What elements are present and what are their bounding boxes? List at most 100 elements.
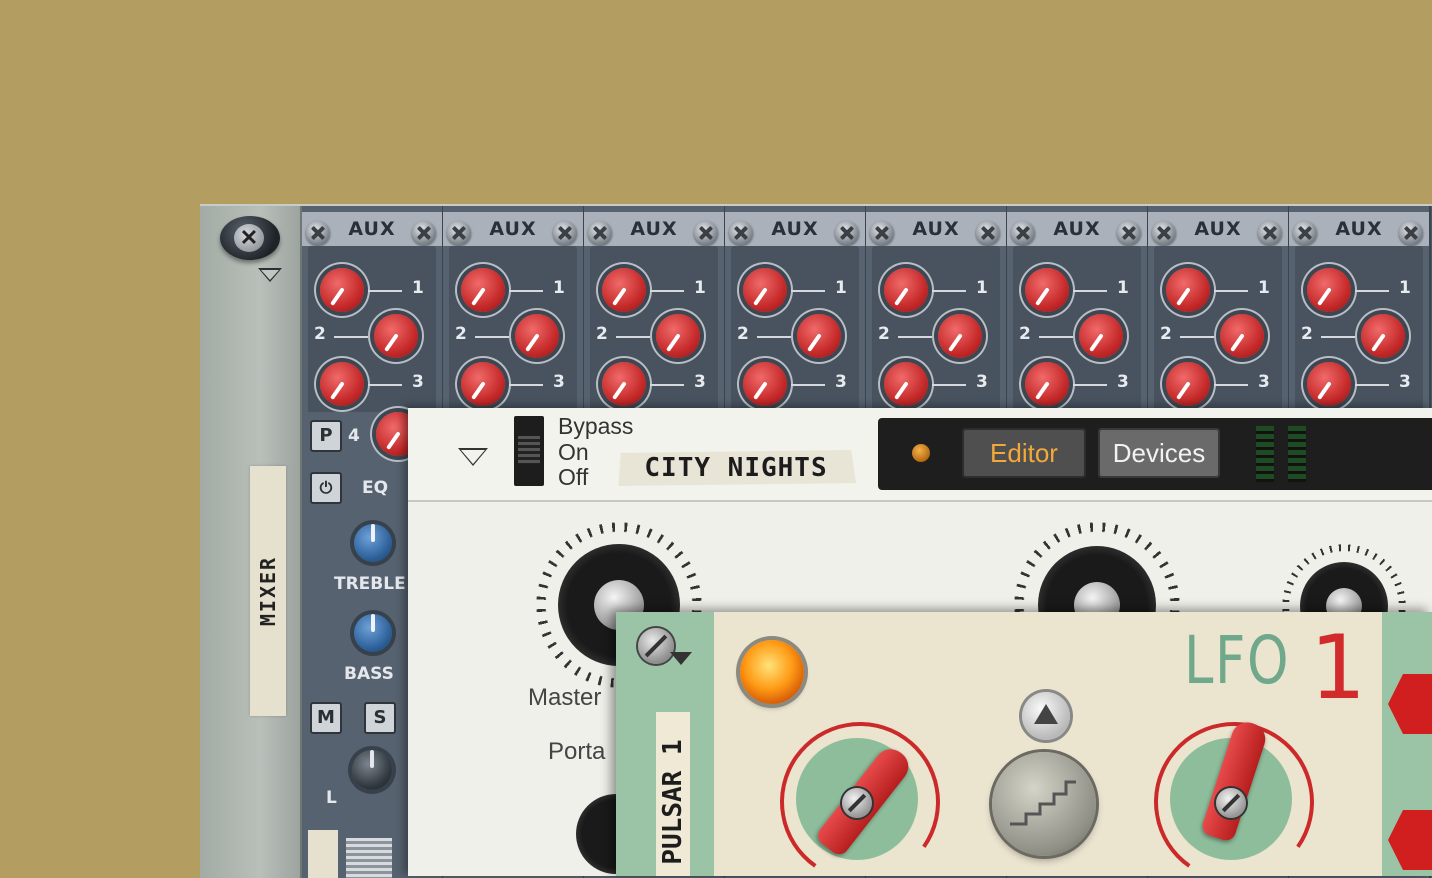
tab-devices[interactable]: Devices: [1098, 428, 1220, 478]
bypass-switch[interactable]: [514, 416, 544, 486]
aux-header: AUX: [866, 212, 1006, 246]
aux-header: AUX: [302, 212, 442, 246]
mixer-name-tape[interactable]: MIXER: [250, 466, 286, 716]
aux-send-section: 1 2 3: [1295, 246, 1423, 416]
aux-send-pointer: [509, 290, 543, 292]
aux-header: AUX: [1148, 212, 1288, 246]
screw-icon: [447, 221, 471, 245]
screw-icon: [553, 221, 577, 245]
aux-send-knob-1[interactable]: [1307, 268, 1351, 312]
aux-send-number: 3: [1399, 372, 1411, 392]
aux-send-pointer: [368, 384, 402, 386]
level-meter-right: [1288, 426, 1306, 482]
patch-name: CITY NIGHTS: [644, 453, 828, 483]
treble-knob[interactable]: [354, 524, 392, 562]
lfo-rate-led: [740, 640, 804, 704]
pulsar-fold-triangle-icon[interactable]: [670, 652, 692, 665]
aux-send-knob-3[interactable]: [320, 362, 364, 406]
aux-send-knob-2[interactable]: [1361, 314, 1405, 358]
aux-send-knob-3[interactable]: [461, 362, 505, 406]
aux-send-pointer: [650, 290, 684, 292]
instrument-fold-triangle-icon[interactable]: [458, 448, 488, 466]
pulsar-fold-button[interactable]: [638, 628, 674, 664]
aux-send-pointer: [898, 336, 932, 338]
aux-send-knob-3[interactable]: [1166, 362, 1210, 406]
treble-label: TREBLE: [334, 574, 406, 594]
aux-send-number: 1: [553, 278, 565, 298]
screw-icon: [1399, 221, 1423, 245]
screw-icon: [835, 221, 859, 245]
aux-send-number: 2: [1301, 324, 1313, 344]
aux-header: AUX: [1007, 212, 1147, 246]
waveform-up-button[interactable]: [1022, 692, 1070, 740]
patch-name-tape[interactable]: CITY NIGHTS: [618, 450, 856, 486]
aux-send-knob-2[interactable]: [656, 314, 700, 358]
channel-name-tape[interactable]: [308, 830, 338, 878]
aux-send-pointer: [1321, 336, 1355, 338]
aux-send-number: 3: [1258, 372, 1270, 392]
aux-send-knob-3[interactable]: [884, 362, 928, 406]
aux-send-number: 3: [694, 372, 706, 392]
aux-send-pointer: [650, 384, 684, 386]
aux-send-knob-2[interactable]: [374, 314, 418, 358]
aux-send-knob-2[interactable]: [938, 314, 982, 358]
aux-send-knob-3[interactable]: [1025, 362, 1069, 406]
aux-send-pointer: [1180, 336, 1214, 338]
aux-send-number: 1: [1399, 278, 1411, 298]
screw-icon: [1152, 221, 1176, 245]
aux-send-knob-2[interactable]: [1220, 314, 1264, 358]
eq-power-button[interactable]: ⏻: [310, 472, 342, 504]
p-button[interactable]: P: [310, 420, 342, 452]
aux-send-knob-1[interactable]: [602, 268, 646, 312]
aux-header: AUX: [1289, 212, 1429, 246]
aux-label: AUX: [489, 218, 537, 240]
bypass-switch-handle[interactable]: [518, 436, 540, 464]
waveform-selector-button[interactable]: [992, 752, 1096, 856]
status-led-icon: [912, 444, 930, 462]
bass-label: BASS: [344, 664, 394, 684]
aux-send-number: 1: [976, 278, 988, 298]
device-toolbar: Editor Devices: [878, 418, 1432, 490]
aux-send-pointer: [334, 336, 368, 338]
aux-send-knob-3[interactable]: [602, 362, 646, 406]
bass-knob[interactable]: [354, 614, 392, 652]
aux-send-number: 4: [348, 426, 360, 446]
aux-label: AUX: [771, 218, 819, 240]
screw-icon: [1011, 221, 1035, 245]
aux-send-knob-1[interactable]: [743, 268, 787, 312]
aux-send-number: 3: [1117, 372, 1129, 392]
on-label: On: [558, 439, 589, 465]
aux-send-knob-1[interactable]: [1166, 268, 1210, 312]
level-meter-left: [1256, 426, 1274, 482]
aux-send-number: 1: [835, 278, 847, 298]
mute-button[interactable]: M: [310, 702, 342, 734]
aux-send-section: 1 2 3: [449, 246, 577, 416]
mixer-label: MIXER: [256, 555, 280, 627]
tab-editor[interactable]: Editor: [962, 428, 1086, 478]
master-label: Master: [528, 684, 602, 711]
aux-send-knob-1[interactable]: [461, 268, 505, 312]
aux-send-knob-1[interactable]: [884, 268, 928, 312]
aux-send-knob-2[interactable]: [515, 314, 559, 358]
aux-send-knob-1[interactable]: [1025, 268, 1069, 312]
fold-down-triangle-icon[interactable]: [258, 268, 282, 282]
pulsar-name-tape[interactable]: PULSAR 1: [656, 712, 690, 876]
aux-send-number: 2: [596, 324, 608, 344]
aux-send-knob-3[interactable]: [1307, 362, 1351, 406]
aux-label: AUX: [630, 218, 678, 240]
aux-send-knob-2[interactable]: [797, 314, 841, 358]
aux-send-number: 2: [314, 324, 326, 344]
screw-icon: [694, 221, 718, 245]
aux-send-knob-2[interactable]: [1079, 314, 1123, 358]
aux-send-knob-1[interactable]: [320, 268, 364, 312]
aux-send-pointer: [1355, 384, 1389, 386]
screw-icon: [976, 221, 1000, 245]
pan-knob[interactable]: [352, 750, 392, 790]
aux-send-pointer: [932, 384, 966, 386]
solo-button[interactable]: S: [364, 702, 396, 734]
screw-icon: [729, 221, 753, 245]
aux-send-knob-3[interactable]: [743, 362, 787, 406]
aux-send-pointer: [757, 336, 791, 338]
channel-fader[interactable]: [346, 838, 392, 878]
rack-fold-button[interactable]: ✕: [220, 216, 280, 260]
